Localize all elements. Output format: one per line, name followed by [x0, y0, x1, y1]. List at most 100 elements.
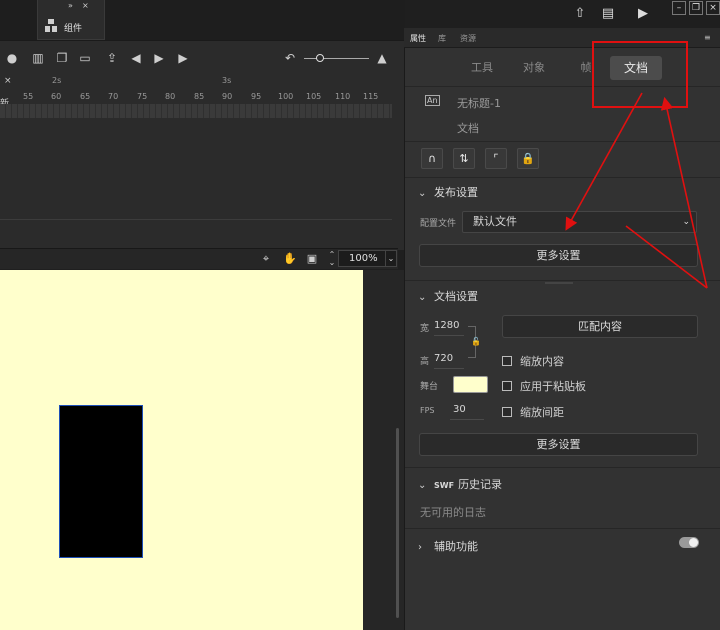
divider [405, 280, 720, 281]
onion-skin-icon[interactable]: ● [4, 48, 20, 68]
ruler-frame: 60 [51, 92, 62, 101]
document-type: 文档 [457, 122, 479, 135]
segment-object[interactable]: 对象 [514, 56, 554, 80]
chevron-down-icon: ⌄ [682, 217, 690, 227]
step-forward-icon[interactable]: ▶ [175, 48, 191, 68]
collapse-icon[interactable]: » [68, 1, 73, 10]
ruler-frame: 80 [165, 92, 176, 101]
ruler-frame: 95 [251, 92, 262, 101]
step-back-icon[interactable]: ◀ [128, 48, 144, 68]
document-icon: An [425, 95, 440, 106]
divider [405, 528, 720, 529]
swf-history-header[interactable]: ⌄ SWF 历史记录 [418, 476, 502, 492]
profile-label: 配置文件 [420, 219, 457, 229]
apply-pasteboard-checkbox[interactable] [502, 381, 512, 391]
tab-library[interactable]: 库 [438, 33, 446, 44]
stage-color-swatch[interactable] [453, 376, 488, 393]
corner-icon[interactable]: ⌜ [485, 148, 507, 169]
ruler-frame: 55 [23, 92, 34, 101]
accessibility-header[interactable]: › 辅助功能 [418, 538, 478, 554]
tab-assets[interactable]: 资源 [460, 33, 476, 44]
components-panel-tab[interactable]: » × 组件 [37, 0, 105, 40]
width-input[interactable]: 1280 [434, 320, 464, 336]
document-settings-header[interactable]: ⌄ 文档设置 [418, 288, 478, 304]
ruler-second: 3s [222, 76, 232, 85]
height-label: 高 [420, 357, 430, 367]
stage-canvas[interactable] [0, 270, 363, 630]
edit-multiple-frames-icon[interactable]: ▥ [30, 48, 46, 68]
divider [405, 467, 720, 468]
ruler-frame: 85 [194, 92, 205, 101]
snap-magnet-icon[interactable]: ∩ [421, 148, 443, 169]
timeline-toolbar: ● ▥ ❐ ▭ ⇪ ◀ ▶ ▶ ↶ ▲ [0, 48, 405, 70]
match-content-button[interactable]: 匹配内容 [502, 315, 698, 338]
link-lock-icon[interactable]: 🔓 [471, 337, 481, 346]
panel-grip[interactable] [545, 282, 573, 284]
scale-spacing-checkbox[interactable] [502, 407, 512, 417]
undo-icon[interactable]: ↶ [282, 48, 298, 68]
ruler-frame: 75 [137, 92, 148, 101]
ruler-frame: 90 [222, 92, 233, 101]
minimize-icon[interactable]: – [672, 1, 686, 15]
ruler-frame: 115 [363, 92, 379, 101]
align-icon[interactable]: ⇅ [453, 148, 475, 169]
accessibility-toggle[interactable] [679, 537, 699, 548]
stage-label: 舞台 [420, 382, 439, 392]
width-label: 宽 [420, 324, 430, 334]
segment-tools[interactable]: 工具 [462, 56, 502, 80]
fps-input[interactable]: 30 [450, 404, 484, 420]
publish-more-settings-button[interactable]: 更多设置 [419, 244, 698, 267]
close-icon[interactable]: × [4, 76, 12, 86]
ruler-frame: 65 [80, 92, 91, 101]
scale-content-checkbox[interactable] [502, 356, 512, 366]
timeline-divider [0, 219, 392, 220]
ruler-frame: 110 [335, 92, 351, 101]
stage-scrollbar[interactable] [396, 428, 399, 618]
frame-cells[interactable] [0, 104, 392, 118]
zoom-input[interactable]: 100% [338, 250, 386, 267]
center-stage-icon[interactable]: ⌖ [258, 251, 274, 267]
restore-icon[interactable]: ❐ [689, 1, 703, 15]
ruler-frame: 105 [306, 92, 322, 101]
chevron-right-icon: › [418, 542, 422, 553]
export-icon[interactable]: ⇪ [104, 48, 120, 68]
timeline-zoom-slider[interactable] [304, 58, 369, 59]
height-input[interactable]: 720 [434, 353, 464, 369]
hand-icon[interactable]: ✋ [282, 251, 298, 267]
mountain-icon[interactable]: ▲ [374, 48, 390, 68]
panel-layout-icon[interactable]: ▤ [598, 4, 618, 24]
annotation-highlight-box [592, 41, 688, 108]
document-name: 无标题-1 [457, 97, 501, 110]
divider [405, 141, 720, 142]
chevron-down-icon: ⌄ [418, 292, 427, 303]
close-icon[interactable]: × [706, 1, 720, 15]
profile-select[interactable]: 默认文件 ⌄ [462, 211, 697, 233]
chevron-down-icon[interactable]: ⌄ [386, 250, 397, 267]
ruler-frame: 100 [278, 92, 294, 101]
apply-pasteboard-label: 应用于粘贴板 [520, 380, 586, 393]
lock-icon[interactable]: 🔒 [517, 148, 539, 169]
divider [405, 177, 720, 178]
share-icon[interactable]: ⇧ [570, 4, 590, 24]
clip-icon[interactable]: ▣ [304, 251, 320, 267]
layers-icon[interactable]: ❐ [54, 48, 70, 68]
tab-properties[interactable]: 属性 [410, 33, 426, 44]
loop-icon[interactable]: ▭ [77, 48, 93, 68]
publish-settings-header[interactable]: ⌄ 发布设置 [418, 184, 478, 200]
swf-badge: SWF [434, 481, 455, 490]
slider-handle[interactable] [316, 54, 324, 62]
doc-more-settings-button[interactable]: 更多设置 [419, 433, 698, 456]
fps-label: FPS [420, 406, 435, 415]
ruler-frame: 70 [108, 92, 119, 101]
ruler-second: 2s [52, 76, 62, 85]
chevron-down-icon: ⌄ [418, 480, 427, 491]
components-label: 组件 [64, 24, 83, 34]
history-empty-text: 无可用的日志 [420, 506, 486, 519]
scale-content-label: 缩放内容 [520, 355, 564, 368]
close-icon[interactable]: × [82, 1, 89, 10]
stage-rectangle[interactable] [59, 405, 143, 558]
panel-menu-icon[interactable]: ≡ [704, 33, 711, 42]
chevron-down-icon: ⌄ [418, 188, 427, 199]
test-movie-icon[interactable]: ▶ [633, 4, 653, 24]
play-icon[interactable]: ▶ [151, 48, 167, 68]
